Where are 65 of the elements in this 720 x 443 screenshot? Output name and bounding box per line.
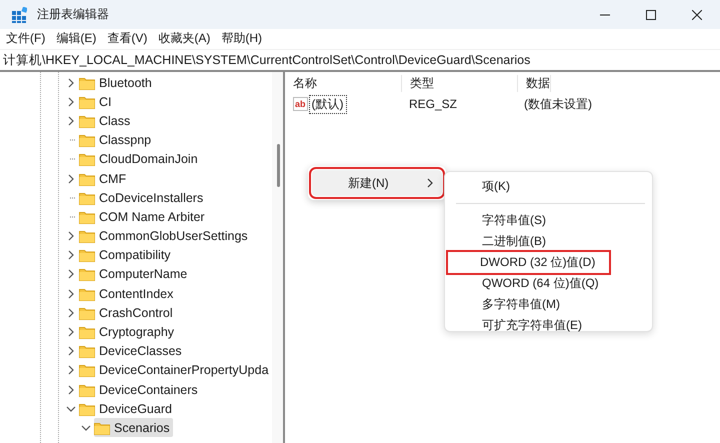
tree-item[interactable]: CI <box>79 92 114 112</box>
tree-item[interactable]: Classpnp <box>79 130 154 150</box>
tree-item[interactable]: CommonGlobUserSettings <box>79 226 251 246</box>
folder-icon <box>79 382 95 397</box>
folder-icon <box>79 190 95 205</box>
address-field[interactable]: 计算机\HKEY_LOCAL_MACHINE\SYSTEM\CurrentControlSet\Control\DeviceGuard\Scenarios <box>0 49 720 72</box>
tree-item[interactable]: Class <box>79 111 134 130</box>
folder-icon <box>79 267 95 282</box>
folder-icon <box>79 94 95 109</box>
folder-icon <box>94 420 110 435</box>
column-header[interactable]: 数据 <box>518 74 551 92</box>
folder-icon <box>79 306 95 320</box>
folder-icon <box>79 152 95 166</box>
menu-item[interactable]: 多字符串值(M) <box>448 294 611 315</box>
column-header[interactable]: 名称 <box>285 74 402 92</box>
scrollbar-thumb[interactable] <box>276 144 280 187</box>
menu-item[interactable]: QWORD (64 位)值(Q) <box>448 273 611 294</box>
tree-item[interactable]: DeviceClasses <box>79 342 185 361</box>
menu-item[interactable]: 文件(F) <box>4 30 54 46</box>
folder-icon <box>79 325 95 340</box>
column-header[interactable]: 类型 <box>402 74 518 92</box>
tree-item[interactable]: DeviceGuard <box>79 399 175 418</box>
folder-icon <box>79 286 95 301</box>
menu-item[interactable]: 查看(V) <box>105 30 156 46</box>
chevron-right-icon <box>426 178 434 188</box>
tree-item[interactable]: CloudDomainJoin <box>79 150 201 169</box>
menu-item[interactable]: 项(K) <box>448 176 611 197</box>
folder-icon <box>79 402 95 416</box>
tree-item[interactable]: Cryptography <box>79 322 178 342</box>
window-title: 注册表编辑器 <box>37 6 109 23</box>
table-cell-text: REG_SZ <box>408 97 458 111</box>
folder-icon <box>79 76 95 90</box>
maximize-icon <box>646 10 656 20</box>
tree-item[interactable]: CrashControl <box>79 303 176 322</box>
tree-item[interactable]: Scenarios <box>94 418 173 438</box>
tree-item[interactable]: CoDeviceInstallers <box>79 188 206 208</box>
folder-icon <box>79 133 95 148</box>
app-icon <box>11 6 27 22</box>
menu-item[interactable]: 二进制值(B) <box>448 231 611 252</box>
tree-item[interactable]: COM Name Arbiter <box>79 207 208 226</box>
folder-icon <box>79 248 95 262</box>
menu-item[interactable]: 字符串值(S) <box>448 210 611 231</box>
folder-icon <box>79 229 95 244</box>
folder-icon <box>79 114 95 128</box>
menu-item[interactable]: 新建(N) <box>312 170 442 196</box>
tree-item[interactable]: DeviceContainerPropertyUpda <box>79 360 272 380</box>
menu-item[interactable]: 可扩充字符串值(E) <box>448 315 611 336</box>
tree-item[interactable]: DeviceContainers <box>79 380 201 400</box>
table-cell[interactable]: (默认) <box>308 94 347 114</box>
folder-icon <box>79 344 95 358</box>
menu-item[interactable]: 编辑(E) <box>54 30 106 46</box>
menu-item[interactable]: DWORD (32 位)值(D) <box>448 252 609 273</box>
folder-icon <box>79 363 95 378</box>
string-value-icon: ab <box>293 97 308 111</box>
folder-icon <box>79 172 95 186</box>
table-cell-text: (数值未设置) <box>523 96 592 112</box>
close-icon <box>692 10 702 20</box>
tree-item[interactable]: ComputerName <box>79 264 190 284</box>
tree-item[interactable]: Compatibility <box>79 246 174 265</box>
tree-item[interactable]: CMF <box>79 169 130 188</box>
folder-icon <box>79 210 95 224</box>
tree-item[interactable]: ContentIndex <box>79 284 176 304</box>
tree-item[interactable]: Bluetooth <box>79 73 155 92</box>
menu-item[interactable]: 收藏夹(A) <box>156 30 220 46</box>
menu-item[interactable]: 帮助(H) <box>219 30 271 46</box>
